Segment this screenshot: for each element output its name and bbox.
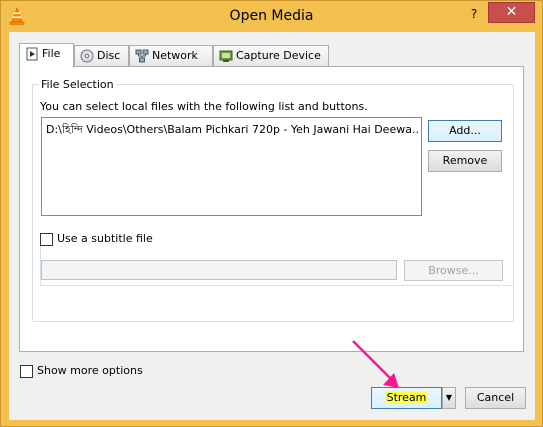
tab-label: File [42,47,61,60]
tab-file[interactable]: File [19,43,74,68]
file-icon [26,47,38,61]
annotation-arrow [352,340,399,388]
open-media-dialog: Open Media ? ✕ File Disc Network Capture… [0,0,543,427]
